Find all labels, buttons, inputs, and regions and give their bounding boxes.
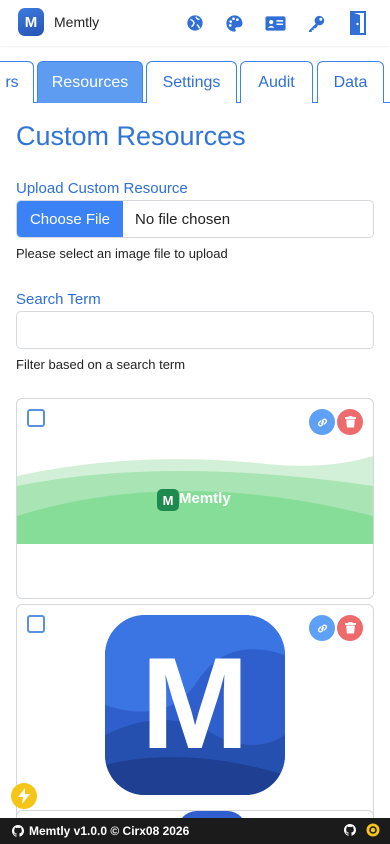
id-card-icon[interactable] — [264, 12, 286, 34]
app-name[interactable]: Memtly — [54, 14, 99, 30]
trash-icon — [344, 416, 356, 428]
app-icon-letter: M — [140, 630, 250, 776]
tab-data[interactable]: Data — [317, 61, 384, 103]
delete-button[interactable] — [337, 409, 363, 435]
tab-label: Settings — [162, 73, 221, 91]
page-title: Custom Resources — [16, 121, 246, 151]
search-input[interactable] — [16, 311, 374, 349]
tab-label: rs — [5, 73, 19, 91]
footer: Memtly v1.0.0 © Cirx08 2026 — [0, 818, 390, 844]
resource-image-banner: M Memtly — [17, 456, 373, 544]
file-upload-input[interactable]: Choose File No file chosen — [16, 200, 374, 238]
resource-image-app-icon: M — [105, 615, 285, 795]
palette-icon[interactable] — [223, 12, 245, 34]
footer-text: Memtly v1.0.0 © Cirx08 2026 — [29, 824, 190, 838]
quick-action-button[interactable] — [11, 783, 37, 809]
footer-right — [344, 823, 380, 837]
tab-label: Audit — [258, 73, 295, 91]
app-logo-letter: M — [24, 13, 38, 31]
coin-donate-icon[interactable] — [366, 823, 380, 837]
banner-logo-mark: M — [157, 489, 179, 511]
link-icon — [317, 418, 327, 426]
footer-left: Memtly v1.0.0 © Cirx08 2026 — [12, 824, 189, 838]
search-help-text: Filter based on a search term — [16, 357, 186, 372]
app-logo[interactable]: M — [18, 8, 44, 36]
copy-link-button[interactable] — [309, 615, 335, 641]
top-navbar: M Memtly — [0, 0, 390, 46]
globe-icon[interactable] — [184, 12, 206, 34]
tab-users[interactable]: rs — [0, 61, 34, 103]
lightning-icon — [18, 788, 30, 804]
resource-select-checkbox[interactable] — [27, 409, 45, 427]
search-label: Search Term — [16, 291, 101, 308]
tab-settings[interactable]: Settings — [146, 61, 237, 103]
tab-label: Resources — [51, 73, 129, 91]
delete-button[interactable] — [337, 615, 363, 641]
copy-link-button[interactable] — [309, 409, 335, 435]
file-status-text: No file chosen — [135, 210, 231, 228]
tab-resources[interactable]: Resources — [37, 61, 143, 103]
resource-select-checkbox[interactable] — [27, 615, 45, 633]
github-link-icon[interactable] — [344, 824, 356, 836]
trash-icon — [344, 622, 356, 634]
resource-card: M — [16, 604, 374, 824]
upload-label: Upload Custom Resource — [16, 180, 188, 197]
logout-door-icon[interactable] — [347, 10, 369, 36]
upload-help-text: Please select an image file to upload — [16, 246, 228, 261]
banner-logo-text: Memtly — [179, 490, 231, 507]
key-icon[interactable] — [305, 12, 327, 34]
github-icon — [12, 825, 24, 837]
resource-card: M Memtly — [16, 398, 374, 599]
tab-audit[interactable]: Audit — [240, 61, 313, 103]
choose-file-button[interactable]: Choose File — [17, 201, 123, 237]
tab-bar: rs Resources Settings Audit Data — [0, 61, 390, 103]
tab-label: Data — [333, 73, 368, 91]
link-icon — [317, 624, 327, 632]
